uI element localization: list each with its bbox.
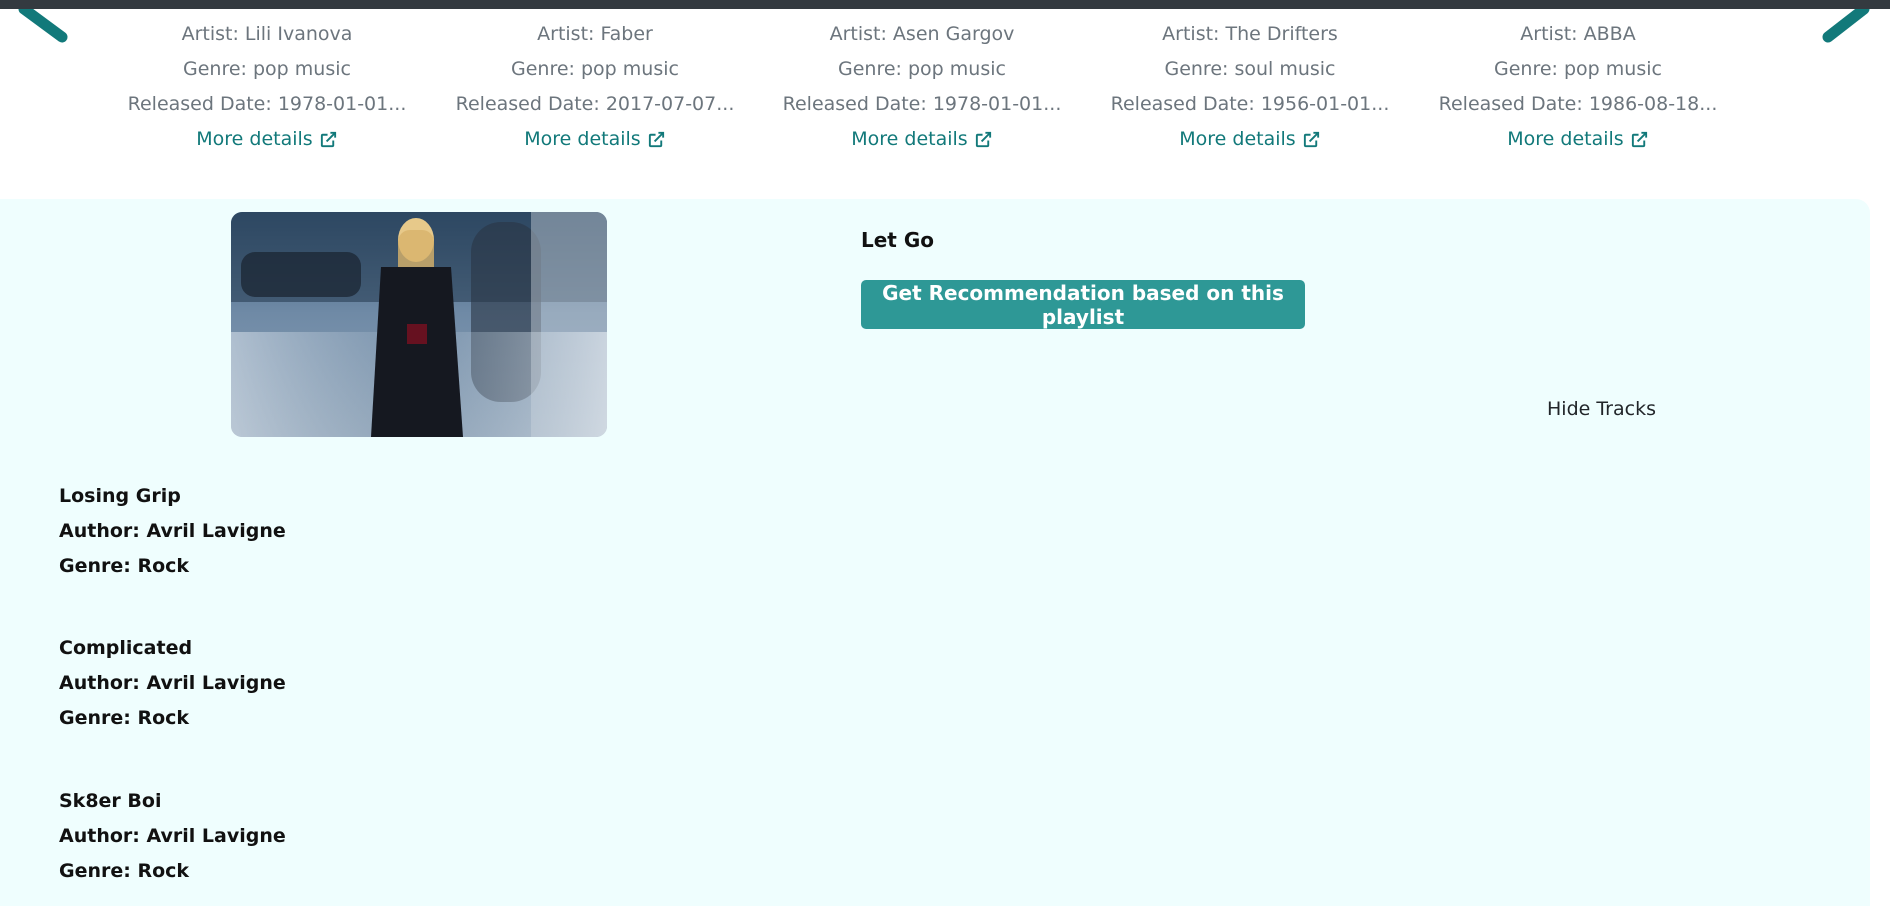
- track-item: Complicated Author: Avril Lavigne Genre:…: [59, 631, 286, 736]
- more-details-link[interactable]: More details: [196, 122, 337, 157]
- card-artist: Artist: ABBA: [1520, 23, 1636, 45]
- more-details-link[interactable]: More details: [851, 122, 992, 157]
- carousel-prev-button[interactable]: [0, 3, 90, 59]
- track-title: Losing Grip: [59, 485, 181, 507]
- card-genre: Genre: pop music: [1494, 58, 1662, 80]
- more-details-link[interactable]: More details: [524, 122, 665, 157]
- track-item: Sk8er Boi Author: Avril Lavigne Genre: R…: [59, 784, 286, 889]
- hide-tracks-toggle[interactable]: Hide Tracks: [1547, 398, 1656, 420]
- album-cover-art: [231, 212, 607, 437]
- more-details-label: More details: [1179, 128, 1296, 150]
- artist-card: Artist: Asen Gargov Genre: pop music Rel…: [772, 17, 1072, 157]
- card-released-date: Released Date: 1956-01-01...: [1110, 93, 1390, 115]
- more-details-label: More details: [851, 128, 968, 150]
- track-author: Author: Avril Lavigne: [59, 672, 286, 694]
- more-details-label: More details: [1507, 128, 1624, 150]
- top-bar: [0, 0, 1890, 9]
- more-details-link[interactable]: More details: [1179, 122, 1320, 157]
- external-link-icon: [975, 131, 991, 148]
- track-genre: Genre: Rock: [59, 860, 190, 882]
- card-artist: Artist: Faber: [537, 23, 653, 45]
- external-link-icon: [1631, 131, 1647, 148]
- related-artists-carousel: Artist: Lili Ivanova Genre: pop music Re…: [0, 3, 1890, 161]
- track-genre: Genre: Rock: [59, 707, 190, 729]
- card-artist: Artist: Lili Ivanova: [181, 23, 353, 45]
- more-details-label: More details: [196, 128, 313, 150]
- more-details-link[interactable]: More details: [1507, 122, 1648, 157]
- card-genre: Genre: pop music: [183, 58, 351, 80]
- card-released-date: Released Date: 1978-01-01...: [782, 93, 1062, 115]
- card-genre: Genre: soul music: [1164, 58, 1336, 80]
- external-link-icon: [320, 131, 336, 148]
- track-title: Sk8er Boi: [59, 790, 162, 812]
- chevron-left-icon: [18, 3, 68, 43]
- track-author: Author: Avril Lavigne: [59, 825, 286, 847]
- artist-card: Artist: The Drifters Genre: soul music R…: [1100, 17, 1400, 157]
- card-genre: Genre: pop music: [511, 58, 679, 80]
- track-title: Complicated: [59, 637, 193, 659]
- chevron-right-icon: [1822, 3, 1870, 43]
- get-recommendation-button[interactable]: Get Recommendation based on this playlis…: [861, 280, 1305, 329]
- card-released-date: Released Date: 1978-01-01...: [127, 93, 407, 115]
- track-item: Losing Grip Author: Avril Lavigne Genre:…: [59, 479, 286, 584]
- playlist-cover-image[interactable]: [231, 212, 607, 437]
- playlist-title: Let Go: [861, 228, 934, 252]
- card-released-date: Released Date: 1986-08-18...: [1438, 93, 1718, 115]
- card-genre: Genre: pop music: [838, 58, 1006, 80]
- card-artist: Artist: The Drifters: [1162, 23, 1338, 45]
- external-link-icon: [648, 131, 664, 148]
- card-artist: Artist: Asen Gargov: [829, 23, 1015, 45]
- external-link-icon: [1303, 131, 1319, 148]
- artist-card: Artist: Lili Ivanova Genre: pop music Re…: [117, 17, 417, 157]
- card-released-date: Released Date: 2017-07-07...: [455, 93, 735, 115]
- track-author: Author: Avril Lavigne: [59, 520, 286, 542]
- artist-card: Artist: ABBA Genre: pop music Released D…: [1428, 17, 1728, 157]
- artist-card: Artist: Faber Genre: pop music Released …: [445, 17, 745, 157]
- carousel-next-button[interactable]: [1800, 3, 1890, 59]
- playlist-panel: Let Go Get Recommendation based on this …: [0, 199, 1870, 906]
- more-details-label: More details: [524, 128, 641, 150]
- track-genre: Genre: Rock: [59, 555, 190, 577]
